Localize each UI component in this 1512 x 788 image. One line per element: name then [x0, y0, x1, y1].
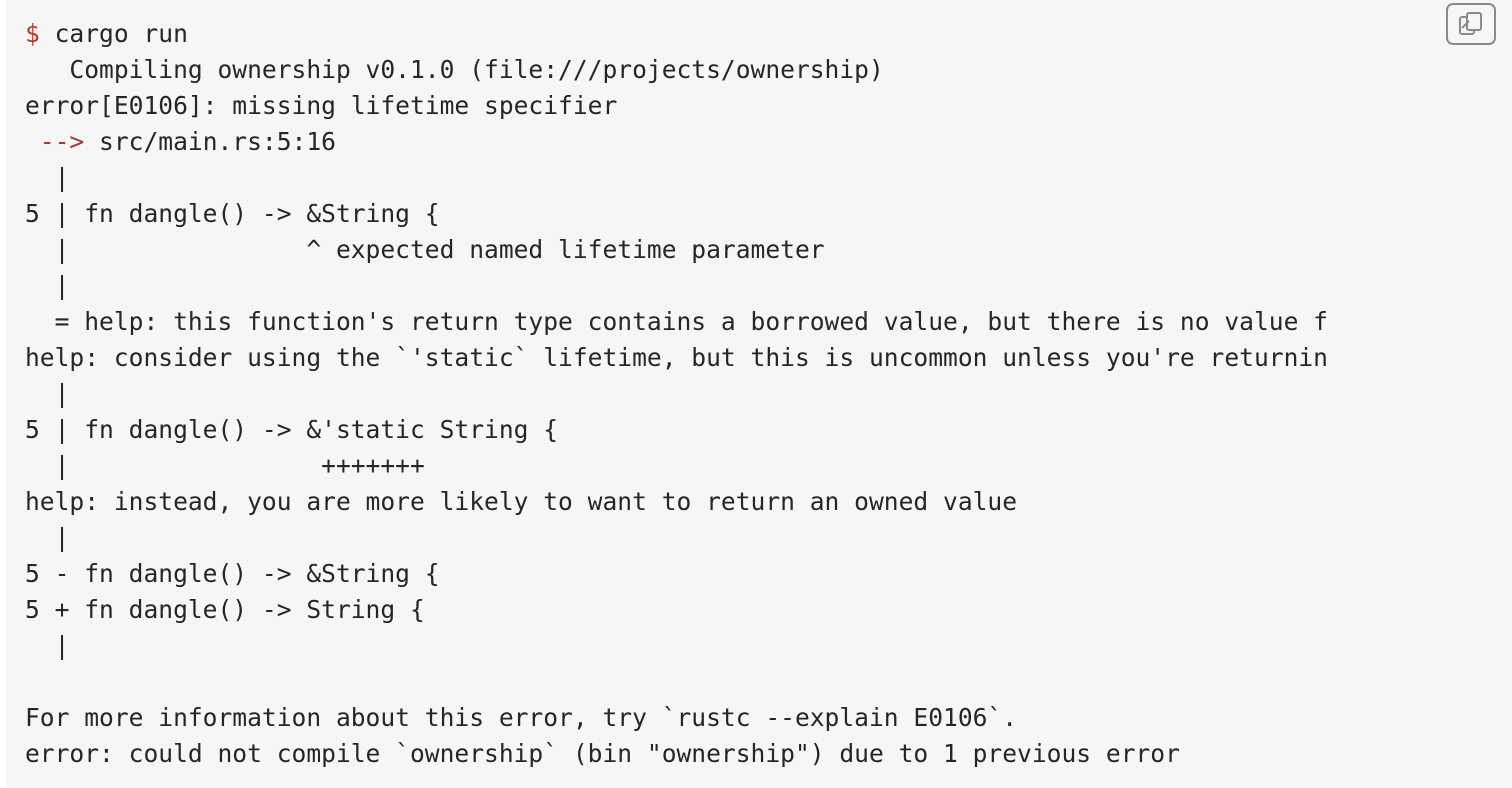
output-line-help-note: = help: this function's return type cont…	[25, 307, 1328, 336]
output-line-blank	[25, 664, 1512, 700]
output-line-source: 5 | fn dangle() -> &String {	[25, 199, 440, 228]
location-path: src/main.rs:5:16	[84, 127, 336, 156]
output-line-final-error: error: could not compile `ownership` (bi…	[25, 739, 1180, 768]
copy-icon	[1459, 12, 1482, 35]
terminal-output-block: $ cargo run Compiling ownership v0.1.0 (…	[6, 0, 1512, 788]
output-line-gutter: |	[25, 271, 70, 300]
output-line-gutter: |	[25, 163, 70, 192]
output-line-gutter: |	[25, 379, 70, 408]
command-line: $ cargo run	[25, 16, 1512, 52]
prompt-symbol: $	[25, 19, 40, 48]
output-line-gutter: |	[25, 631, 70, 660]
output-line-diff-added: 5 + fn dangle() -> String {	[25, 595, 425, 624]
output-line-caret: | ^ expected named lifetime parameter	[25, 235, 825, 264]
output-line-help-owned: help: instead, you are more likely to wa…	[25, 487, 1018, 516]
output-line-help-static: help: consider using the `'static` lifet…	[25, 343, 1328, 372]
output-line-suggestion-static: 5 | fn dangle() -> &'static String {	[25, 415, 559, 444]
output-line-diff-removed: 5 - fn dangle() -> &String {	[25, 559, 440, 588]
output-line-explain-hint: For more information about this error, t…	[25, 703, 1018, 732]
output-line-compiling: Compiling ownership v0.1.0 (file:///proj…	[25, 55, 884, 84]
terminal-output: $ cargo run Compiling ownership v0.1.0 (…	[6, 0, 1512, 772]
command-text: cargo run	[39, 19, 188, 48]
output-line-location: --> src/main.rs:5:16	[25, 124, 1512, 160]
location-arrow: -->	[39, 127, 85, 156]
output-line-gutter: |	[25, 523, 70, 552]
copy-button[interactable]	[1446, 3, 1496, 45]
output-line-error-header: error[E0106]: missing lifetime specifier	[25, 91, 618, 120]
output-line-plus-markers: | +++++++	[25, 451, 425, 480]
